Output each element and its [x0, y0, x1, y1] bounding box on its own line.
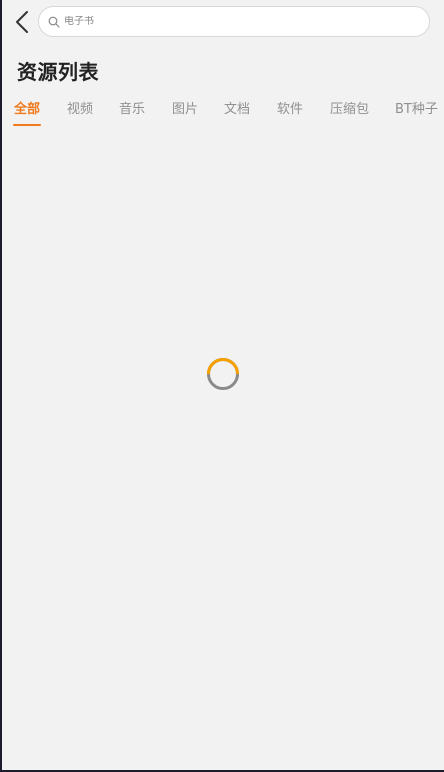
- active-tab-indicator: [13, 124, 41, 126]
- tab-images[interactable]: 图片: [172, 100, 198, 120]
- tab-all[interactable]: 全部: [14, 100, 40, 120]
- category-tabs: 全部 视频 音乐 图片 文档 软件 压缩包 BT种子: [2, 100, 444, 130]
- screen: 资源列表 全部 视频 音乐 图片 文档 软件 压缩包 BT种子: [2, 0, 444, 770]
- tab-documents[interactable]: 文档: [224, 100, 250, 120]
- tab-bt-torrents[interactable]: BT种子: [395, 100, 438, 120]
- tab-music[interactable]: 音乐: [119, 100, 145, 120]
- search-icon: [48, 16, 60, 28]
- loading-spinner: [206, 357, 240, 395]
- page-title: 资源列表: [17, 60, 99, 84]
- tab-video[interactable]: 视频: [67, 100, 93, 120]
- loading-spinner-icon: [207, 358, 239, 390]
- search-input[interactable]: [64, 16, 364, 27]
- search-bar[interactable]: [38, 6, 430, 37]
- chevron-left-icon: [16, 11, 28, 33]
- tab-archives[interactable]: 压缩包: [330, 100, 369, 120]
- tab-software[interactable]: 软件: [277, 100, 303, 120]
- back-button[interactable]: [10, 8, 34, 36]
